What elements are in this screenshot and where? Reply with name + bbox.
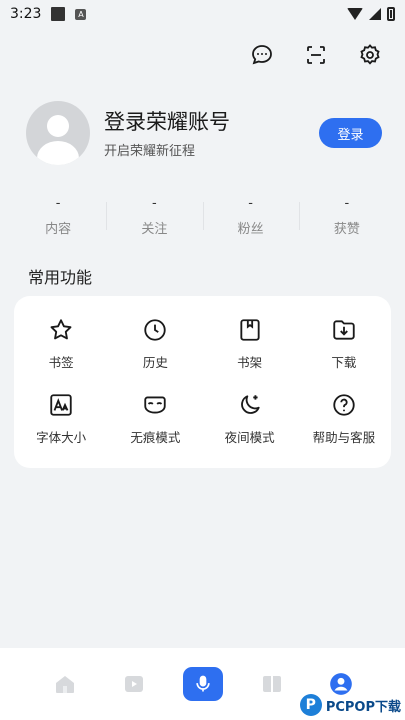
function-label: 字体大小 [36, 430, 87, 445]
header-actions [249, 42, 383, 68]
watermark-text: PCPOP下载 [325, 699, 401, 715]
signal-icon [369, 8, 381, 20]
scan-icon[interactable] [303, 42, 329, 68]
function-label: 下载 [331, 355, 357, 370]
pcpop-logo-icon: P [299, 694, 322, 716]
stat-likes[interactable]: - 获赞 [298, 196, 395, 240]
function-history[interactable]: 历史 [108, 316, 202, 371]
stat-label: 关注 [141, 222, 168, 237]
font-size-icon [47, 391, 75, 419]
function-night-mode[interactable]: 夜间模式 [203, 391, 297, 446]
stat-content[interactable]: - 内容 [10, 196, 106, 240]
settings-gear-icon[interactable] [357, 42, 383, 68]
function-incognito[interactable]: 无痕模式 [108, 391, 202, 446]
login-button[interactable]: 登录 [319, 118, 382, 148]
wifi-icon [347, 8, 363, 20]
stat-value: - [248, 196, 253, 211]
stat-label: 获赞 [333, 222, 360, 237]
stat-value: - [344, 196, 350, 211]
avatar[interactable] [26, 101, 90, 165]
function-label: 书架 [237, 355, 263, 370]
download-folder-icon [330, 316, 358, 344]
function-label: 历史 [142, 355, 168, 370]
stats-row: - 内容 - 关注 - 粉丝 - 获赞 [10, 196, 395, 240]
status-bar: 3:23 A [0, 0, 405, 28]
stat-value: - [55, 196, 61, 211]
profile-title[interactable]: 登录荣耀账号 [104, 108, 319, 136]
function-label: 夜间模式 [224, 430, 275, 445]
function-font-size[interactable]: 字体大小 [14, 391, 108, 446]
microphone-button[interactable] [182, 664, 223, 704]
stat-value: - [152, 196, 157, 211]
function-bookmark[interactable]: 书签 [14, 316, 108, 371]
function-help[interactable]: 帮助与客服 [297, 391, 391, 446]
incognito-mask-icon [141, 391, 169, 419]
functions-card: 书签 历史 书架 下载 字体大小 无痕模式 夜间模式 帮助与客服 [14, 296, 391, 468]
battery-icon [387, 7, 395, 21]
function-label: 无痕模式 [130, 430, 181, 445]
function-bookshelf[interactable]: 书架 [203, 316, 297, 371]
watermark: P PCPOP下载 [299, 694, 401, 716]
home-icon[interactable] [45, 664, 85, 704]
profile-subtitle: 开启荣耀新征程 [104, 143, 196, 159]
function-download[interactable]: 下载 [297, 316, 391, 371]
stat-fans[interactable]: - 粉丝 [202, 196, 299, 240]
clock-icon [141, 316, 169, 344]
notification-square-icon [51, 7, 66, 21]
bookshelf-icon [236, 316, 264, 344]
section-title-common-functions: 常用功能 [28, 268, 93, 287]
moon-icon [236, 391, 264, 419]
star-icon [47, 316, 75, 344]
chat-bubble-icon[interactable] [249, 42, 275, 68]
function-label: 帮助与客服 [312, 430, 376, 445]
microphone-icon [182, 667, 223, 701]
stat-label: 粉丝 [237, 222, 264, 237]
stat-following[interactable]: - 关注 [106, 196, 202, 240]
stat-label: 内容 [45, 222, 72, 237]
novel-icon[interactable] [252, 664, 292, 704]
function-label: 书签 [48, 355, 74, 370]
status-time: 3:23 [10, 6, 42, 22]
profile-section: 登录荣耀账号 开启荣耀新征程 登录 [26, 100, 382, 166]
video-icon[interactable] [114, 664, 154, 704]
notification-a-icon: A [75, 8, 87, 20]
help-icon [330, 391, 358, 419]
